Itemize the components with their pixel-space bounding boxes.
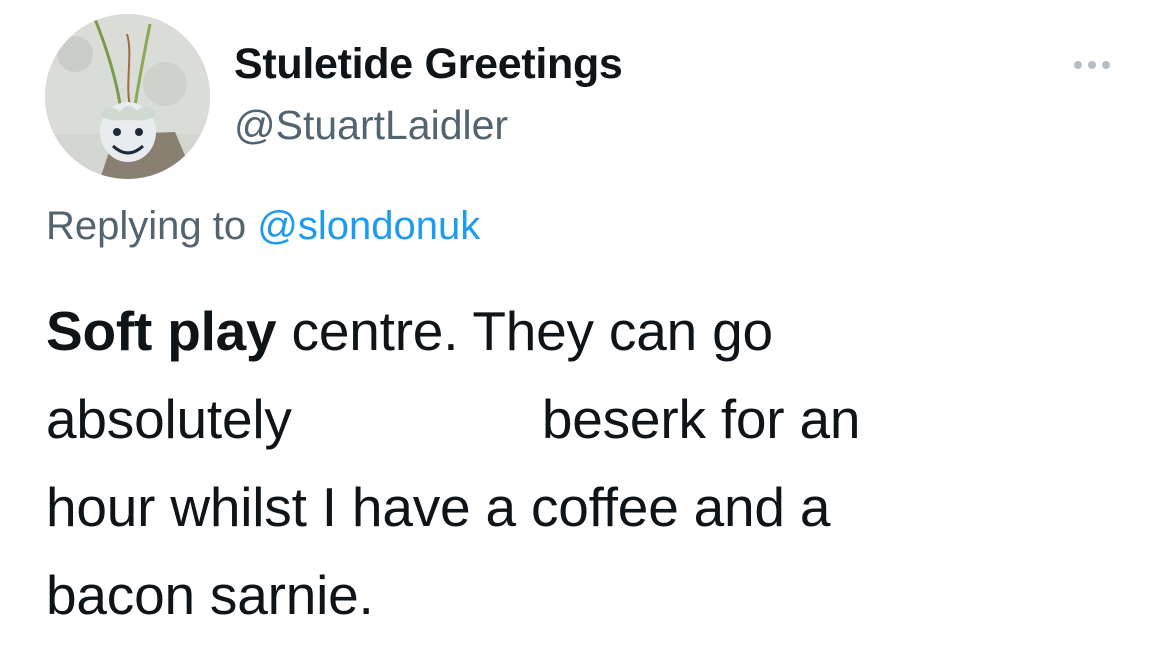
- reply-mention-link[interactable]: @slondonuk: [257, 204, 480, 248]
- tweet-bold-lead: Soft play: [46, 300, 277, 362]
- tweet-line2-start: absolutely: [46, 388, 292, 450]
- avatar[interactable]: [45, 14, 210, 179]
- author-display-name[interactable]: Stuletide Greetings: [234, 40, 623, 89]
- tweet-text: Soft play centre. They can go absolutely…: [46, 287, 1126, 639]
- more-dot: [1074, 61, 1082, 69]
- author-handle[interactable]: @StuartLaidler: [234, 102, 508, 149]
- more-options-icon[interactable]: [1064, 52, 1120, 78]
- more-dot: [1102, 61, 1110, 69]
- tweet-line3: hour whilst I have a coffee and a: [46, 476, 831, 538]
- tweet-line4: bacon sarnie.: [46, 564, 374, 626]
- avatar-image: [45, 14, 210, 179]
- reply-context: Replying to @slondonuk: [46, 204, 480, 249]
- reply-prefix: Replying to: [46, 204, 247, 248]
- tweet-line1-rest: centre. They can go: [276, 300, 774, 362]
- more-dot: [1088, 61, 1096, 69]
- tweet-line2-end: beserk for an: [541, 388, 861, 450]
